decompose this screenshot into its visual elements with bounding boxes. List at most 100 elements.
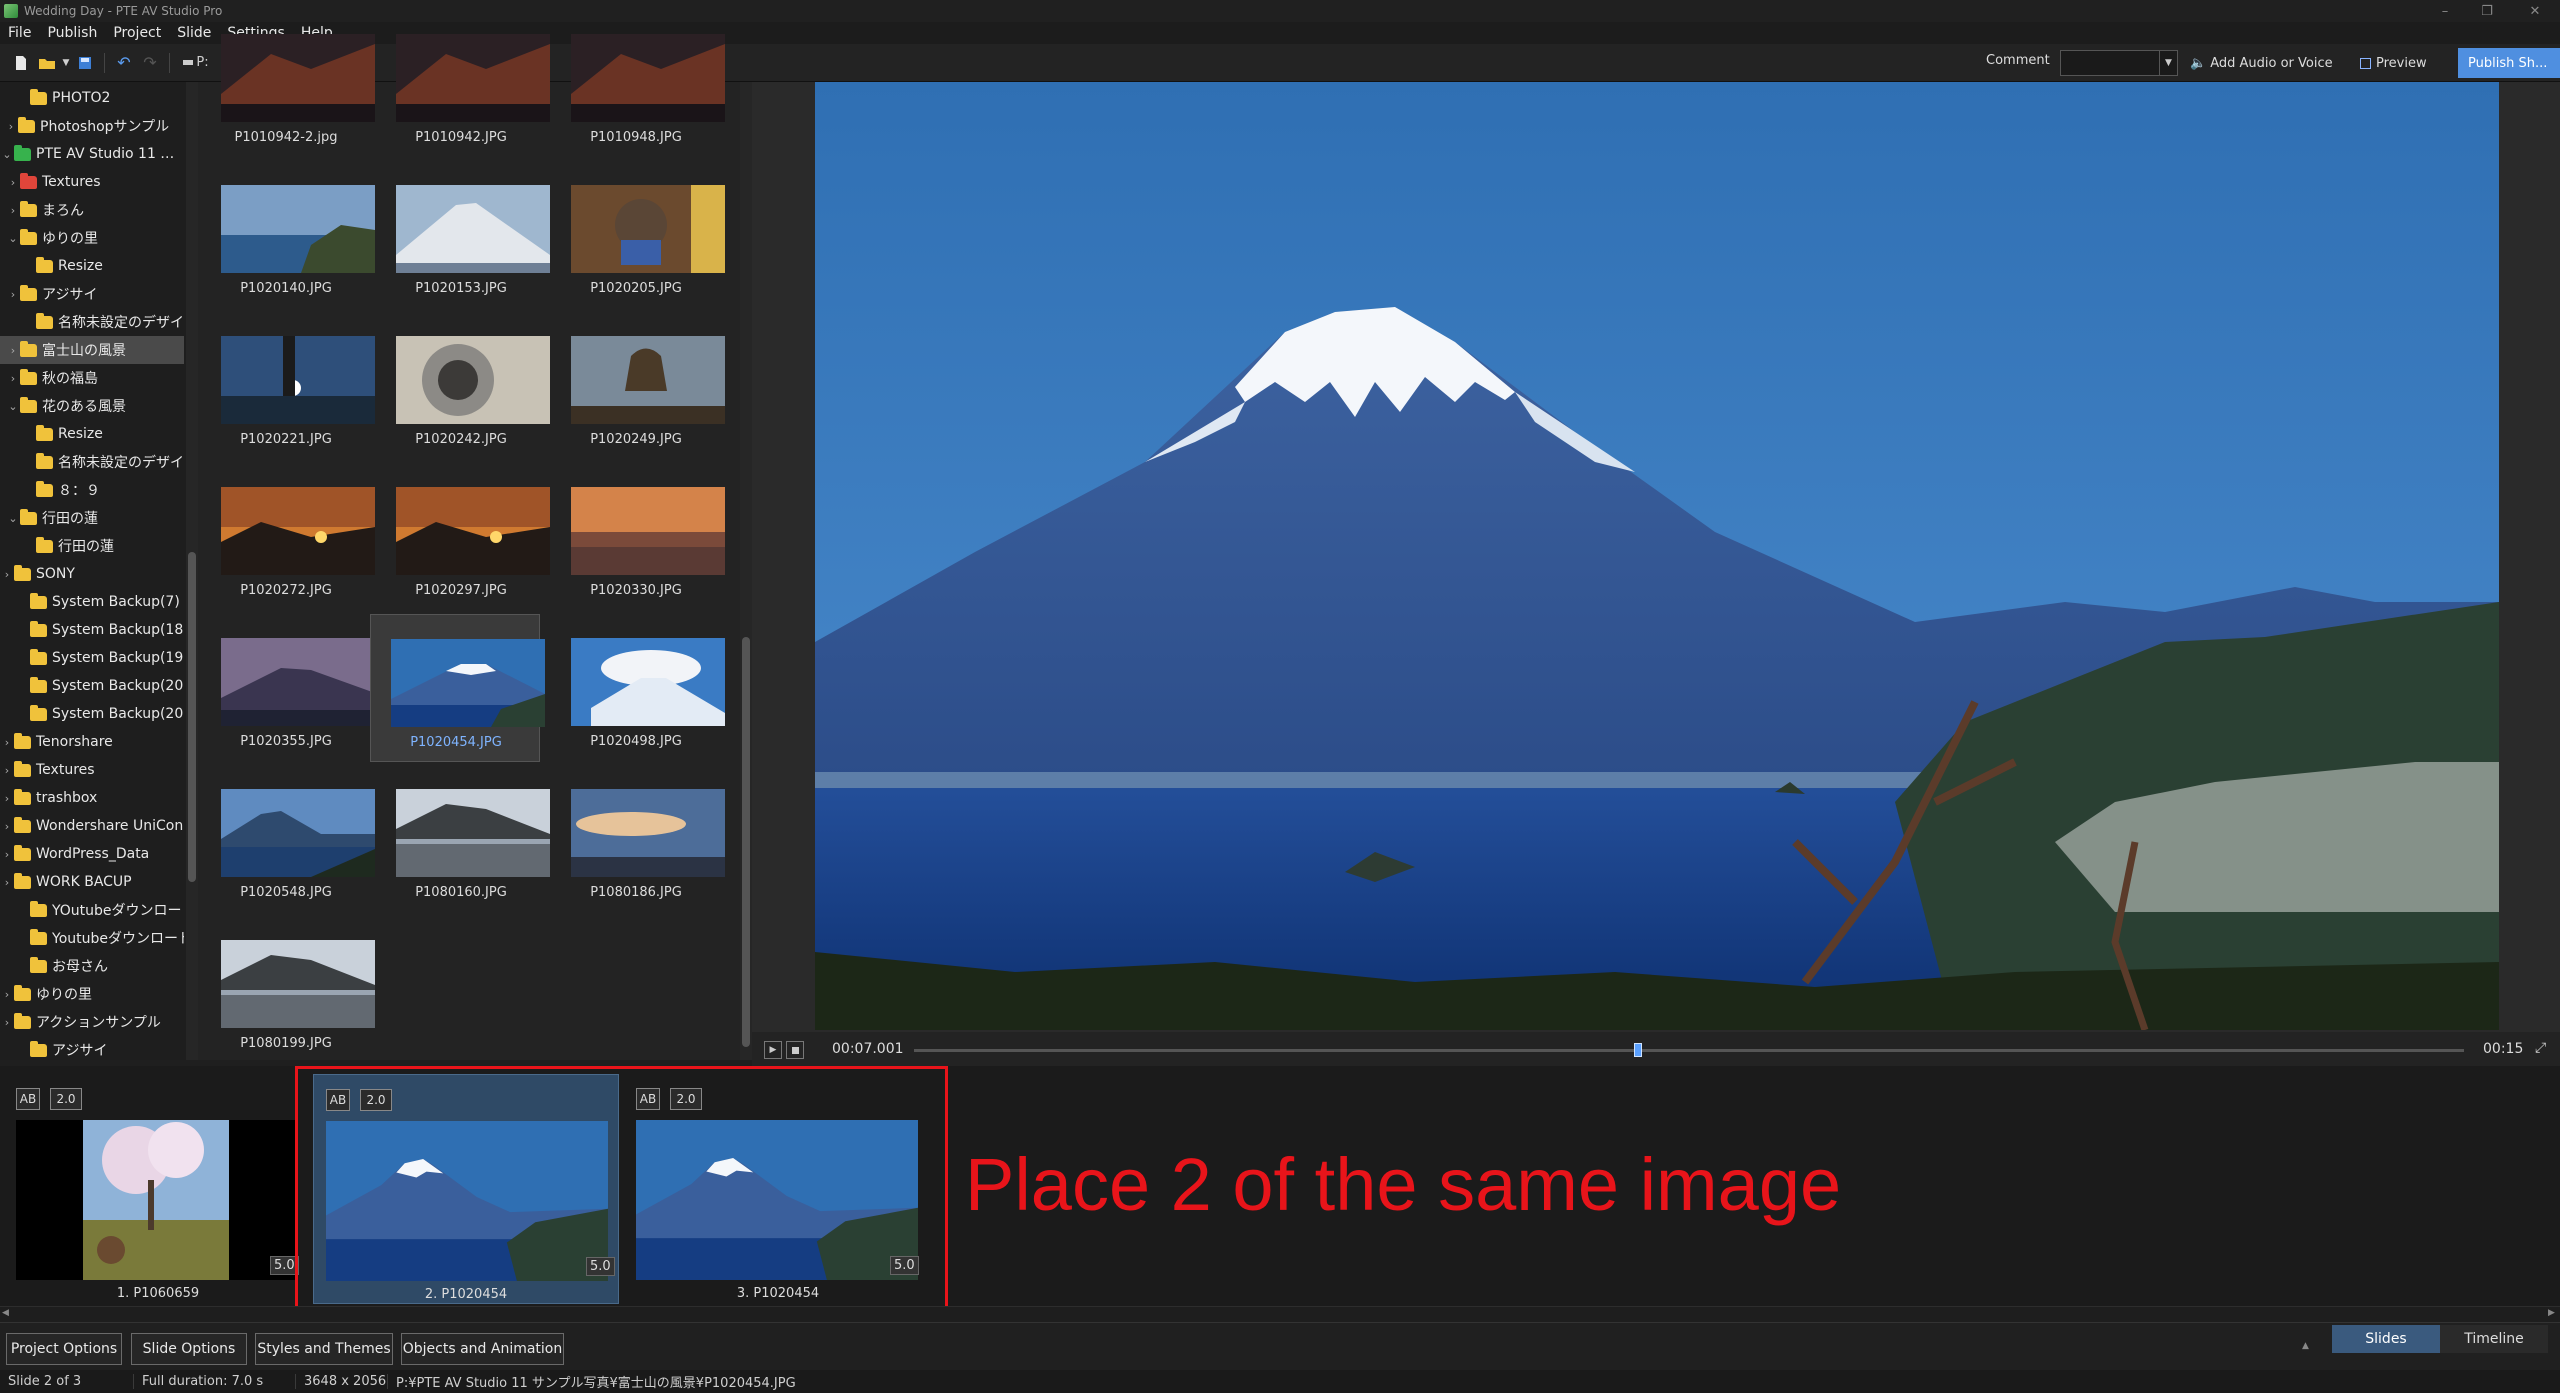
- file-grid-scrollbar[interactable]: [740, 82, 752, 1060]
- file-thumbnail[interactable]: P1020221.JPG: [198, 312, 375, 460]
- tree-item[interactable]: › アジサイ: [0, 280, 184, 308]
- tree-item[interactable]: 名称未設定のデザイン: [0, 308, 184, 336]
- play-button[interactable]: ▶: [764, 1041, 782, 1059]
- tree-item[interactable]: › WordPress_Data: [0, 840, 184, 868]
- folder-tree-scrollbar[interactable]: [186, 82, 198, 1060]
- expand-arrow-icon[interactable]: ›: [6, 204, 20, 217]
- tree-item[interactable]: お母さん: [0, 952, 184, 980]
- tree-item[interactable]: › trashbox: [0, 784, 184, 812]
- stop-button[interactable]: [786, 1041, 804, 1059]
- tree-item[interactable]: ⌄ ゆりの里: [0, 224, 184, 252]
- file-thumbnail[interactable]: P1020140.JPG: [198, 161, 375, 309]
- minimize-icon[interactable]: –: [2428, 0, 2462, 22]
- file-thumbnail[interactable]: P1020153.JPG: [373, 161, 550, 309]
- tab-timeline[interactable]: Timeline: [2440, 1325, 2548, 1353]
- tree-item[interactable]: › アクションサンプル: [0, 1008, 184, 1036]
- slide-options-button[interactable]: Slide Options: [131, 1333, 247, 1365]
- objects-animation-button[interactable]: Objects and Animation: [401, 1333, 564, 1365]
- restore-icon[interactable]: ❐: [2470, 0, 2504, 22]
- save-icon[interactable]: [72, 50, 98, 76]
- expand-arrow-icon[interactable]: ⌄: [6, 232, 20, 245]
- timeline-track[interactable]: [914, 1043, 2464, 1057]
- menu-publish[interactable]: Publish: [39, 25, 105, 41]
- tree-item[interactable]: Youtubeダウンロード: [0, 924, 184, 952]
- tree-item[interactable]: 行田の蓮: [0, 532, 184, 560]
- expand-arrow-icon[interactable]: ›: [0, 848, 14, 861]
- tree-item[interactable]: アジサイ: [0, 1036, 184, 1060]
- file-thumbnail[interactable]: P1020272.JPG: [198, 463, 375, 611]
- tree-item[interactable]: System Backup(20): [0, 672, 184, 700]
- tree-item[interactable]: System Backup(19): [0, 644, 184, 672]
- scrollbar-thumb[interactable]: [742, 637, 750, 1047]
- expand-arrow-icon[interactable]: ›: [0, 792, 14, 805]
- scroll-right-icon[interactable]: ▶: [2548, 1308, 2555, 1318]
- redo-icon[interactable]: ↷: [137, 50, 163, 76]
- menu-project[interactable]: Project: [105, 25, 169, 41]
- expand-arrow-icon[interactable]: ›: [0, 736, 14, 749]
- publish-show-button[interactable]: Publish Sh...: [2458, 48, 2560, 78]
- scrollbar-thumb[interactable]: [188, 552, 196, 882]
- file-thumbnail[interactable]: P1020548.JPG: [198, 765, 375, 913]
- tree-item[interactable]: Resize: [0, 420, 184, 448]
- slide-list-scrollbar[interactable]: ◀ ▶: [0, 1306, 2560, 1322]
- file-thumbnail[interactable]: P1080186.JPG: [548, 765, 725, 913]
- playhead-handle[interactable]: [1633, 1043, 1642, 1057]
- tree-item[interactable]: YOutubeダウンロード: [0, 896, 184, 924]
- file-thumbnail[interactable]: P1020498.JPG: [548, 614, 725, 762]
- file-thumbnail[interactable]: P1020454.JPG: [370, 614, 545, 762]
- tree-item[interactable]: System Backup(2022: [0, 700, 184, 728]
- tree-item[interactable]: › Textures: [0, 168, 184, 196]
- expand-arrow-icon[interactable]: ›: [0, 764, 14, 777]
- menu-file[interactable]: File: [0, 25, 39, 41]
- tree-item[interactable]: › まろん: [0, 196, 184, 224]
- tree-item[interactable]: › 富士山の風景: [0, 336, 184, 364]
- scroll-left-icon[interactable]: ◀: [2, 1308, 9, 1318]
- file-thumbnail[interactable]: P1020355.JPG: [198, 614, 375, 762]
- preview-button[interactable]: Preview: [2360, 50, 2427, 76]
- tree-item[interactable]: Resize: [0, 252, 184, 280]
- tree-item[interactable]: › Tenorshare: [0, 728, 184, 756]
- open-folder-icon[interactable]: [34, 50, 60, 76]
- slide-thumbnail[interactable]: AB 2.0 5.0 1. P1060659: [8, 1074, 308, 1304]
- tree-item[interactable]: ⌄ PTE AV Studio 11 …: [0, 140, 184, 168]
- expand-arrow-icon[interactable]: ›: [4, 120, 18, 133]
- tree-item[interactable]: › Wondershare UniCon: [0, 812, 184, 840]
- file-thumbnail[interactable]: P1080199.JPG: [198, 916, 375, 1064]
- tree-item[interactable]: › ゆりの里: [0, 980, 184, 1008]
- file-thumbnail[interactable]: P1020242.JPG: [373, 312, 550, 460]
- expand-arrow-icon[interactable]: ›: [0, 988, 14, 1001]
- file-thumbnail[interactable]: P1080160.JPG: [373, 765, 550, 913]
- tree-item[interactable]: ⌄ 花のある風景: [0, 392, 184, 420]
- file-thumbnail[interactable]: P1010942-2.jpg: [198, 10, 375, 158]
- expand-arrow-icon[interactable]: ›: [0, 876, 14, 889]
- file-thumbnail[interactable]: P1020297.JPG: [373, 463, 550, 611]
- file-thumbnail[interactable]: P1020205.JPG: [548, 161, 725, 309]
- preview-image[interactable]: [815, 82, 2499, 1030]
- comment-dropdown-arrow-icon[interactable]: ▼: [2159, 51, 2177, 75]
- add-audio-button[interactable]: 🔈 Add Audio or Voice: [2190, 50, 2333, 76]
- file-thumbnail[interactable]: P1010948.JPG: [548, 10, 725, 158]
- chevron-down-icon[interactable]: ▼: [60, 50, 72, 76]
- tree-item[interactable]: › WORK BACUP: [0, 868, 184, 896]
- new-file-icon[interactable]: [8, 50, 34, 76]
- tab-slides[interactable]: Slides: [2332, 1325, 2440, 1353]
- file-thumbnail[interactable]: P1010942.JPG: [373, 10, 550, 158]
- expand-arrow-icon[interactable]: ›: [6, 344, 20, 357]
- expand-arrow-icon[interactable]: ›: [0, 820, 14, 833]
- tree-item[interactable]: › 秋の福島: [0, 364, 184, 392]
- tree-item[interactable]: PHOTO2: [0, 84, 184, 112]
- expand-arrow-icon[interactable]: ⌄: [0, 148, 14, 161]
- project-options-button[interactable]: Project Options: [6, 1333, 122, 1365]
- tree-item[interactable]: › Photoshopサンプル: [0, 112, 184, 140]
- expand-arrow-icon[interactable]: ›: [6, 176, 20, 189]
- file-thumbnail[interactable]: P1020249.JPG: [548, 312, 725, 460]
- tree-item[interactable]: › Textures: [0, 756, 184, 784]
- tree-item[interactable]: System Backup(18): [0, 616, 184, 644]
- tree-item[interactable]: System Backup(7): [0, 588, 184, 616]
- expand-arrow-icon[interactable]: ›: [0, 1016, 14, 1029]
- collapse-icon[interactable]: ▲: [2302, 1341, 2309, 1351]
- fullscreen-icon[interactable]: ⤢: [2535, 1040, 2546, 1056]
- undo-icon[interactable]: ↶: [111, 50, 137, 76]
- comment-dropdown[interactable]: ▼: [2060, 50, 2178, 76]
- file-thumbnail[interactable]: P1020330.JPG: [548, 463, 725, 611]
